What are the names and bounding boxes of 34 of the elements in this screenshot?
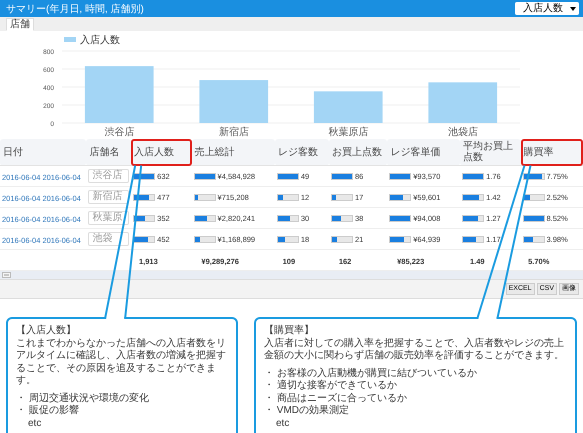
- window-title: サマリー(年月日, 時間, 店舗別): [6, 2, 144, 16]
- callout-text: これまでわからなかった店舗への入店者数をリアルタイムに確認し、入店者数の増減を把握することで、その原因を追及することができます。: [16, 338, 227, 388]
- column-header: レジ客単価: [387, 139, 460, 166]
- store-field: 秋葉原: [88, 211, 130, 225]
- bullet-item: ・ VMDの効果測定: [264, 405, 350, 418]
- bullet-item: ・ 販促の影響: [16, 405, 80, 418]
- legend-label: 入店人数: [80, 34, 120, 46]
- bullet-item: ・ 商品はニーズに合っているか: [264, 392, 408, 404]
- callout-title: 【購買率】: [264, 325, 315, 338]
- column-header: お買上点数: [328, 139, 388, 166]
- column-header: 購買率: [520, 139, 583, 166]
- tab[interactable]: 店舗: [6, 18, 34, 31]
- etc-note: etc: [27, 418, 42, 430]
- column-header: 売上総計: [192, 139, 275, 166]
- bullet-item: ・ 周辺交通状況や環境の変化: [16, 392, 150, 404]
- axis-category-label: 新宿店: [218, 127, 249, 138]
- etc-note: etc: [275, 418, 290, 430]
- axis-category-label: 渋谷店: [104, 127, 134, 138]
- column-header: 日付: [0, 139, 86, 166]
- store-field: 池袋: [88, 232, 130, 246]
- column-header: 平均お買上点数: [460, 139, 520, 166]
- store-field: 新宿店: [88, 190, 130, 204]
- bullet-item: ・ お客様の入店動機が購買に結びついているか: [264, 368, 478, 380]
- column-header: 店舗名: [86, 139, 132, 166]
- column-header: レジ客数: [274, 139, 329, 166]
- callout-title: 【入店人数】: [16, 325, 77, 338]
- axis-category-label: 池袋店: [448, 127, 478, 138]
- column-header: 入店人数: [131, 139, 192, 166]
- chart-legend: 入店人数: [64, 35, 120, 46]
- metric-dropdown[interactable]: 入店人数: [515, 2, 579, 15]
- bullet-item: ・ 適切な接客ができているか: [264, 380, 398, 392]
- axis-category-label: 秋葉原店: [328, 127, 368, 138]
- callout-text: 入店者に対しての購入率を把握することで、入店者数やレジの売上金額の大小に関わらず店舗の販売効率を評価することができます。: [264, 338, 565, 362]
- store-field: 渋谷店: [88, 169, 130, 183]
